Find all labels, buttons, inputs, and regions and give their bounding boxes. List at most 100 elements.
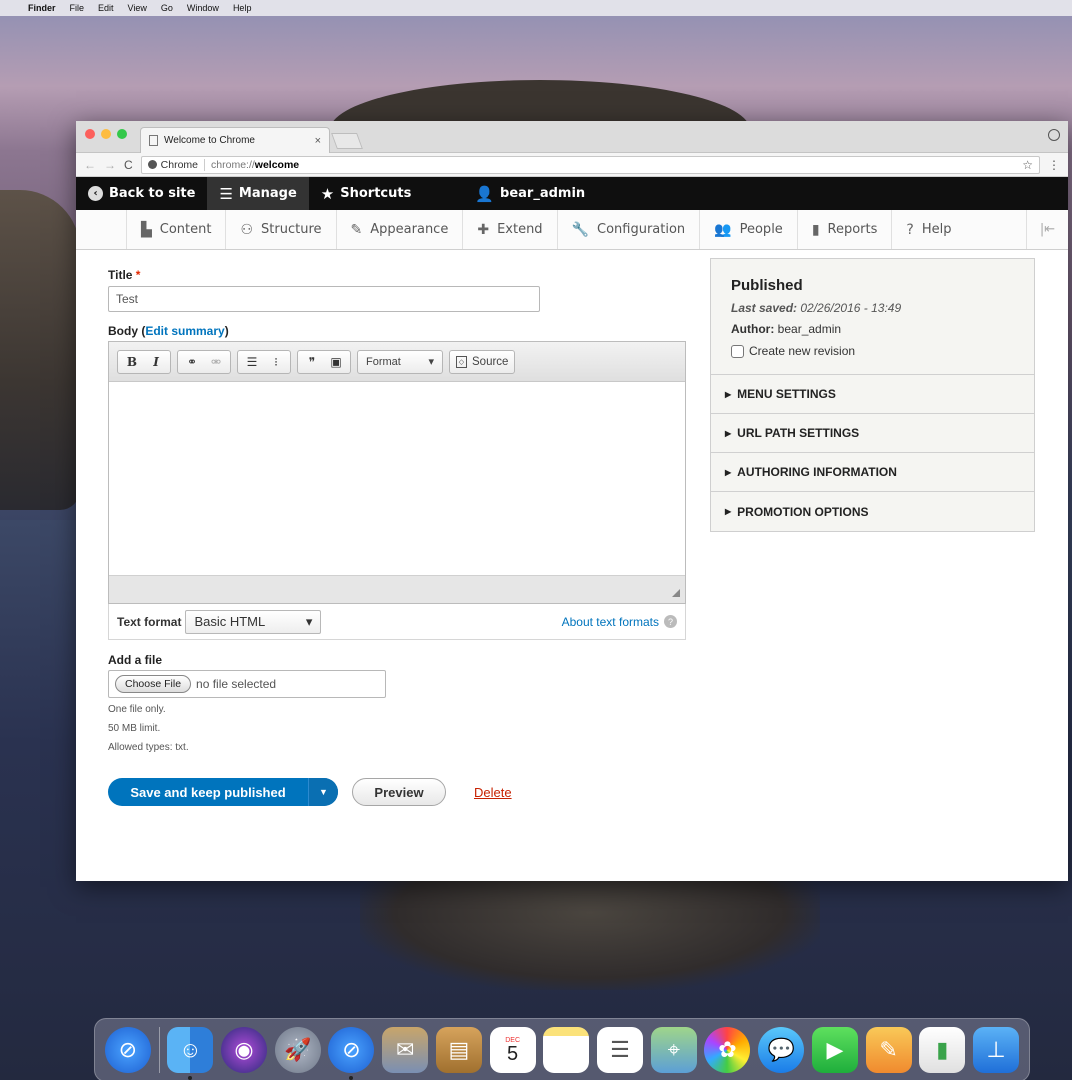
file-input[interactable]: Choose File no file selected [108, 670, 386, 698]
launchpad-icon[interactable]: 🚀 [274, 1027, 321, 1073]
reminders-icon[interactable]: ☰ [597, 1027, 644, 1073]
menu-settings-section[interactable]: ▶ MENU SETTINGS [711, 375, 1034, 414]
source-button[interactable]: ◇ Source [449, 349, 516, 374]
italic-button[interactable]: I [145, 352, 167, 372]
tab-strip: Welcome to Chrome × [76, 121, 1068, 153]
choose-file-button[interactable]: Choose File [115, 675, 192, 693]
profile-icon[interactable] [1048, 129, 1060, 141]
url-path-settings-section[interactable]: ▶ URL PATH SETTINGS [711, 414, 1034, 453]
browser-menu-icon[interactable]: ⋮ [1048, 158, 1060, 172]
facetime-icon[interactable]: ▶ [811, 1027, 858, 1073]
unlink-icon[interactable]: ⚮ [205, 352, 227, 372]
zoom-window-button[interactable] [117, 129, 127, 139]
page-icon [149, 135, 158, 146]
preview-button[interactable]: Preview [352, 778, 446, 806]
blockquote-icon[interactable]: ❞ [301, 352, 323, 372]
people-icon: 👥 [714, 221, 732, 238]
tray-item-configuration[interactable]: 🔧 Configuration [556, 210, 700, 249]
menubar-help[interactable]: Help [233, 3, 252, 13]
editor-group-media: ❞ ▣ [297, 349, 351, 374]
bookmark-star-icon[interactable]: ☆ [1022, 158, 1033, 172]
tray-orientation-toggle[interactable]: |⇤ [1026, 210, 1068, 249]
tray-item-extend[interactable]: ✚ Extend [462, 210, 556, 249]
minimize-window-button[interactable] [101, 129, 111, 139]
reload-icon[interactable]: C [124, 158, 133, 172]
menubar-go[interactable]: Go [161, 3, 173, 13]
maps-icon[interactable]: ⌖ [650, 1027, 697, 1073]
format-dropdown[interactable]: Format ▾ [357, 349, 443, 374]
pages-icon[interactable]: ✎ [865, 1027, 912, 1073]
tray-item-label: Appearance [370, 222, 449, 237]
back-to-site-link[interactable]: ‹ Back to site [76, 177, 207, 210]
user-icon: 👤 [475, 184, 495, 203]
resize-handle-icon[interactable] [672, 589, 680, 597]
macos-menubar: Finder File Edit View Go Window Help [0, 0, 1072, 16]
menubar-window[interactable]: Window [187, 3, 219, 13]
tray-item-appearance[interactable]: ✎ Appearance [335, 210, 463, 249]
user-tab[interactable]: 👤 bear_admin [463, 177, 597, 210]
authoring-information-section[interactable]: ▶ AUTHORING INFORMATION [711, 453, 1034, 492]
revision-checkbox[interactable] [731, 344, 744, 358]
new-tab-button[interactable] [331, 133, 363, 149]
last-saved-value: 02/26/2016 - 13:49 [800, 301, 902, 315]
save-button[interactable]: Save and keep published ▼ [108, 778, 338, 806]
editor-toolbar: B I ⚭ ⚮ ☰ ⁝ ❞ ▣ Format ▾ ◇ Source [109, 342, 685, 382]
delete-link[interactable]: Delete [474, 785, 512, 800]
editor-body[interactable] [109, 382, 685, 575]
text-format-select[interactable]: Basic HTML ▾ [185, 609, 322, 634]
edit-summary-link[interactable]: Edit summary [145, 324, 224, 338]
site-info-chip[interactable]: Chrome [147, 158, 206, 171]
appearance-icon: ✎ [350, 221, 363, 238]
mail-icon[interactable]: ✉ [382, 1027, 429, 1073]
bold-button[interactable]: B [121, 352, 143, 372]
photos-icon[interactable]: ✿ [704, 1027, 751, 1073]
menubar-view[interactable]: View [128, 3, 147, 13]
messages-icon[interactable]: 💬 [758, 1027, 805, 1073]
tab-close-icon[interactable]: × [315, 135, 321, 147]
link-icon[interactable]: ⚭ [181, 352, 203, 372]
tray-item-reports[interactable]: ▮ Reports [796, 210, 892, 249]
save-dropdown-toggle[interactable]: ▼ [308, 778, 338, 806]
shortcuts-tab[interactable]: ★ Shortcuts [309, 177, 424, 210]
tray-item-label: Help [921, 222, 952, 237]
revision-option[interactable]: Create new revision [731, 344, 1014, 358]
address-bar[interactable]: Chrome chrome:// welcome ☆ [140, 155, 1040, 174]
numbers-icon[interactable]: ▮ [919, 1027, 966, 1073]
siri-icon[interactable]: ◉ [221, 1027, 268, 1073]
configuration-icon: 🔧 [571, 221, 589, 238]
menubar-app-name[interactable]: Finder [28, 3, 56, 13]
tray-item-content[interactable]: ▙ Content [126, 210, 225, 249]
extend-icon: ✚ [477, 221, 490, 238]
menubar-file[interactable]: File [70, 3, 85, 13]
title-input[interactable]: Test [108, 286, 540, 312]
body-label: Body (Edit summary) [108, 324, 686, 338]
last-saved: Last saved: 02/26/2016 - 13:49 [731, 301, 1014, 315]
image-icon[interactable]: ▣ [325, 352, 347, 372]
notes-icon[interactable] [543, 1027, 590, 1073]
browser-tab[interactable]: Welcome to Chrome × [140, 127, 330, 153]
back-arrow-icon[interactable]: ← [84, 158, 96, 172]
section-label: AUTHORING INFORMATION [737, 465, 897, 479]
body-label-text: Body [108, 324, 138, 338]
forward-arrow-icon[interactable]: → [104, 158, 116, 172]
safari-icon[interactable]: ⊘ [104, 1027, 151, 1073]
tray-item-structure[interactable]: ⚇ Structure [225, 210, 335, 249]
keynote-icon[interactable]: ⊥ [973, 1027, 1020, 1073]
contacts-icon[interactable]: ▤ [435, 1027, 482, 1073]
finder-icon[interactable]: ☺ [167, 1027, 214, 1080]
macos-dock: ⊘ ☺ ◉ 🚀 ⊘ ✉ ▤ DEC 5 ☰ ⌖ ✿ 💬 ▶ ✎ ▮ ⊥ [94, 1018, 1030, 1080]
about-text-formats-link[interactable]: About text formats ? [562, 615, 677, 629]
bulleted-list-icon[interactable]: ☰ [241, 352, 263, 372]
safari-app-icon[interactable]: ⊘ [328, 1027, 375, 1080]
manage-tab[interactable]: ☰ Manage [207, 177, 309, 210]
form-actions: Save and keep published ▼ Preview Delete [108, 778, 686, 806]
promotion-options-section[interactable]: ▶ PROMOTION OPTIONS [711, 492, 1034, 531]
menubar-edit[interactable]: Edit [98, 3, 114, 13]
calendar-icon[interactable]: DEC 5 [489, 1027, 536, 1073]
node-form: Title * Test Body (Edit summary) B I ⚭ ⚮ [108, 268, 686, 806]
tray-item-people[interactable]: 👥 People [699, 210, 797, 249]
numbered-list-icon[interactable]: ⁝ [265, 352, 287, 372]
tray-item-help[interactable]: ? Help [891, 210, 965, 249]
close-window-button[interactable] [85, 129, 95, 139]
about-text-formats-label: About text formats [561, 614, 659, 629]
